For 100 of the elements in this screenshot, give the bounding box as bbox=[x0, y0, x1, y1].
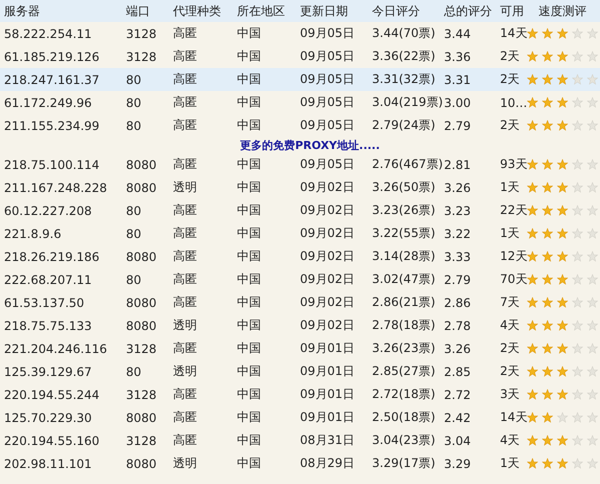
table-cell-text: 高匿 bbox=[173, 25, 198, 42]
table-row[interactable]: 61.172.249.96 80 高匿 中国 09月05日 3.04(219票)3.00 10… bbox=[0, 91, 600, 114]
star-icon bbox=[587, 458, 598, 469]
column-header: 服务器 bbox=[4, 2, 41, 20]
table-cell-text: 高匿 bbox=[173, 409, 198, 426]
table-cell-text: 09月05日 bbox=[300, 25, 356, 42]
star-icon bbox=[572, 74, 583, 85]
table-cell-text: 09月05日 bbox=[300, 156, 356, 173]
table-row[interactable]: 58.222.254.11 3128 高匿 中国 09月05日 3.44(70票) 3.44 14天 bbox=[0, 22, 600, 45]
table-row[interactable]: 222.68.207.11 80 高匿 中国 09月02日 3.02(47票) 2.79 70天 bbox=[0, 268, 600, 291]
star-icon bbox=[527, 182, 538, 193]
table-cell-text: 202.98.11.101 bbox=[4, 456, 93, 470]
table-cell-text: 2天 bbox=[500, 340, 521, 357]
table-cell-text: 3.26(23票) bbox=[372, 340, 436, 357]
star-icon bbox=[527, 97, 538, 108]
star-icon bbox=[572, 366, 583, 377]
star-icon bbox=[557, 205, 568, 216]
star-icon bbox=[527, 51, 538, 62]
table-cell-text: 3.31 bbox=[444, 72, 472, 86]
star-icon bbox=[572, 435, 583, 446]
table-cell-text: 3.04(23票) bbox=[372, 432, 436, 449]
table-row[interactable]: 220.194.55.160 3128 高匿 中国 08月31日 3.04(23票) 3.04 4天 bbox=[0, 429, 600, 452]
star-icon bbox=[527, 458, 538, 469]
table-cell-text: 218.75.75.133 bbox=[4, 318, 93, 332]
table-row[interactable]: 218.247.161.37 80 高匿 中国 09月05日 3.31(32票) 3.31 2天 bbox=[0, 68, 600, 91]
table-row[interactable]: 218.75.75.133 8080 透明 中国 09月02日 2.78(18票) 2.78 4天 bbox=[0, 314, 600, 337]
star-icon bbox=[557, 120, 568, 131]
table-cell: 70天 bbox=[500, 271, 525, 288]
table-cell-text: 80 bbox=[126, 364, 142, 378]
star-icon bbox=[557, 320, 568, 331]
star-icon bbox=[542, 74, 553, 85]
table-cell: 12天 bbox=[500, 248, 525, 265]
table-row[interactable]: 218.75.100.114 8080 高匿 中国 09月05日 2.76(467票)2.81 93天 bbox=[0, 153, 600, 176]
table-row[interactable]: 221.8.9.6 80 高匿 中国 09月02日 3.22(55票) 3.22 1天 bbox=[0, 222, 600, 245]
star-icon bbox=[587, 51, 598, 62]
table-cell-text: 3128 bbox=[126, 26, 158, 40]
table-row[interactable]: 125.39.129.67 80 透明 中国 09月01日 2.85(27票) 2.85 2天 bbox=[0, 360, 600, 383]
table-cell-text: 高匿 bbox=[173, 271, 198, 288]
table-cell-text: 09月01日 bbox=[300, 340, 356, 357]
table-row[interactable]: 61.53.137.50 8080 高匿 中国 09月02日 2.86(21票) 2.86 7天 bbox=[0, 291, 600, 314]
table-cell-text: 8080 bbox=[126, 318, 158, 332]
table-cell-text: 中国 bbox=[237, 117, 262, 134]
more-proxy-link[interactable]: 更多的免费PROXY地址..... bbox=[240, 138, 380, 152]
table-row[interactable]: 220.194.55.244 3128 高匿 中国 09月01日 2.72(18票) 2.72 3天 bbox=[0, 383, 600, 406]
star-icon bbox=[557, 251, 568, 262]
star-icon bbox=[527, 120, 538, 131]
column-header: 端口 bbox=[126, 2, 151, 20]
table-cell: 14天 bbox=[500, 409, 525, 426]
table-row[interactable]: 218.26.219.186 8080 高匿 中国 09月02日 3.14(28票) 3.33 12天 bbox=[0, 245, 600, 268]
table-cell-text: 09月02日 bbox=[300, 294, 356, 311]
star-icon bbox=[557, 182, 568, 193]
table-cell-text: 中国 bbox=[237, 386, 262, 403]
table-row[interactable]: 61.185.219.126 3128 高匿 中国 09月05日 3.36(22票) 3.36 2天 bbox=[0, 45, 600, 68]
table-cell-text: 3.29 bbox=[444, 456, 472, 470]
table-cell-text: 透明 bbox=[173, 363, 198, 380]
table-cell-text: 80 bbox=[126, 96, 142, 110]
star-icon bbox=[587, 320, 598, 331]
table-row[interactable]: 211.167.248.228 8080 透明 中国 09月02日 3.26(50票) 3.26 1天 bbox=[0, 176, 600, 199]
table-cell-text: 221.8.9.6 bbox=[4, 226, 62, 240]
table-cell-text: 1天 bbox=[500, 179, 521, 196]
table-cell-text: 125.70.229.30 bbox=[4, 410, 93, 424]
table-cell-text: 80 bbox=[126, 204, 142, 218]
table-cell-text: 3.44 bbox=[444, 26, 472, 40]
star-icon bbox=[572, 251, 583, 262]
table-cell-text: 中国 bbox=[237, 340, 262, 357]
table-cell-text: 3.26 bbox=[444, 180, 472, 194]
table-cell-text: 中国 bbox=[237, 225, 262, 242]
table-cell-text: 2.79 bbox=[444, 118, 472, 132]
star-icon bbox=[557, 274, 568, 285]
table-row[interactable]: 202.98.11.101 8080 透明 中国 08月29日 3.29(17票) 3.29 1天 bbox=[0, 452, 600, 475]
table-cell-text: 高匿 bbox=[173, 156, 198, 173]
table-cell-text: 3.26(50票) bbox=[372, 179, 436, 196]
table-row[interactable]: 60.12.227.208 80 高匿 中国 09月02日 3.23(26票) 3.23 22天 bbox=[0, 199, 600, 222]
star-icon bbox=[572, 274, 583, 285]
star-icon bbox=[572, 182, 583, 193]
table-cell-text: 3.04 bbox=[444, 434, 472, 448]
table-row[interactable]: 221.204.246.116 3128 高匿 中国 09月01日 3.26(23票) 3.26 2天 bbox=[0, 337, 600, 360]
star-icon bbox=[587, 28, 598, 39]
star-icon bbox=[557, 228, 568, 239]
star-icon bbox=[572, 412, 583, 423]
table-cell-text: 8080 bbox=[126, 158, 158, 172]
table-cell-text: 2.42 bbox=[444, 410, 472, 424]
table-cell-text: 透明 bbox=[173, 455, 198, 472]
table-cell-text: 09月02日 bbox=[300, 271, 356, 288]
star-icon bbox=[557, 97, 568, 108]
table-row[interactable]: 125.70.229.30 8080 高匿 中国 09月01日 2.50(18票) 2.42 14天 bbox=[0, 406, 600, 429]
star-icon bbox=[527, 412, 538, 423]
column-header: 更新日期 bbox=[300, 2, 349, 20]
table-cell-text: 09月02日 bbox=[300, 248, 356, 265]
table-cell-text: 3天 bbox=[500, 386, 521, 403]
table-cell-text: 218.247.161.37 bbox=[4, 72, 100, 86]
table-row[interactable]: 211.155.234.99 80 高匿 中国 09月05日 2.79(24票) 2.79 2天 bbox=[0, 114, 600, 137]
table-cell-text: 中国 bbox=[237, 271, 262, 288]
table-cell-text: 2.81 bbox=[444, 158, 472, 172]
table-cell-text: 80 bbox=[126, 118, 142, 132]
table-cell-text: 2.72(18票) bbox=[372, 386, 436, 403]
table-cell-text: 218.75.100.114 bbox=[4, 158, 100, 172]
table-cell-text: 2.50(18票) bbox=[372, 409, 436, 426]
table-cell-text: 高匿 bbox=[173, 71, 198, 88]
column-header: 速度测评 bbox=[538, 2, 588, 20]
